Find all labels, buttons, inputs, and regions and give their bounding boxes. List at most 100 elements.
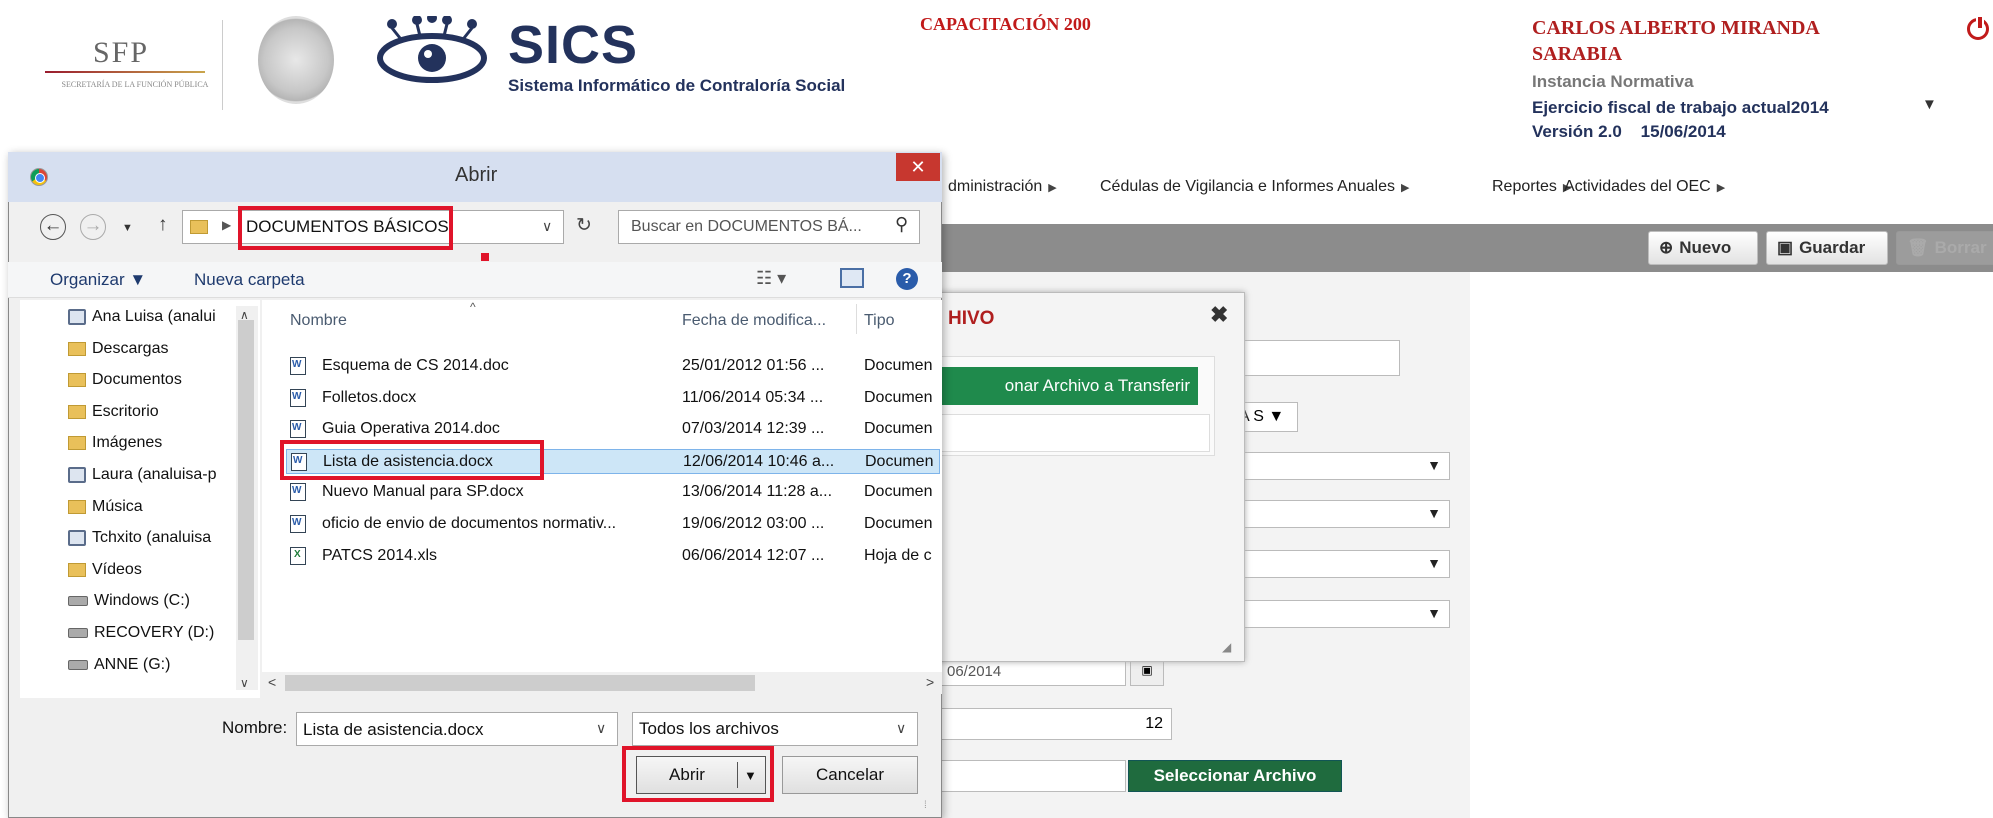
scroll-down-icon[interactable]: ∨ (240, 676, 249, 690)
modal-title: HIVO (948, 308, 995, 329)
column-divider (856, 304, 857, 334)
tree-item[interactable]: Windows (C:) (68, 592, 190, 610)
file-name: Nuevo Manual para SP.docx (322, 483, 524, 501)
folder-icon (68, 436, 86, 451)
tree-item[interactable]: Laura (analuisa-p (68, 466, 217, 484)
nav-item-reportes[interactable]: Reportes ▶ (1492, 178, 1571, 196)
resize-grip-icon[interactable]: ◢ (1222, 640, 1231, 654)
scroll-right-icon[interactable]: > (926, 674, 934, 690)
file-row[interactable]: Folletos.docx 11/06/2014 05:34 ... Documen (286, 386, 940, 411)
scroll-left-icon[interactable]: < (268, 674, 276, 690)
nuevo-button[interactable]: ⊕ Nuevo (1648, 231, 1758, 265)
select-file-button[interactable]: Seleccionar Archivo (1128, 760, 1342, 792)
tree-scrollbar-thumb[interactable] (238, 320, 254, 640)
file-list-scrollbar-thumb[interactable] (285, 675, 755, 691)
file-path-field[interactable] (940, 760, 1126, 792)
tree-item[interactable]: Escritorio (68, 403, 159, 421)
environment-label: CAPACITACIÓN 200 (920, 14, 1091, 34)
column-header-type[interactable]: Tipo (864, 312, 895, 330)
address-dropdown-icon[interactable]: ∨ (542, 218, 552, 235)
folder-icon (68, 341, 86, 356)
tree-item[interactable]: RECOVERY (D:) (68, 624, 214, 642)
help-icon[interactable]: ? (896, 268, 918, 290)
view-options-icon[interactable]: ☷ ▾ (756, 268, 786, 289)
tree-item-label: ANNE (G:) (94, 655, 171, 673)
recent-locations-icon[interactable]: ▼ (122, 222, 133, 234)
select-transfer-file-button[interactable]: onar Archivo a Transferir (940, 367, 1198, 405)
modal-file-field[interactable] (940, 414, 1210, 452)
preview-pane-icon[interactable] (840, 268, 864, 288)
column-header-name[interactable]: Nombre (290, 312, 347, 330)
filename-dropdown-icon[interactable]: ∨ (596, 720, 606, 737)
drive-icon (68, 596, 88, 607)
borrar-label: Borrar (1934, 238, 1987, 257)
back-icon[interactable]: ← (40, 214, 66, 240)
file-type-dropdown-icon[interactable]: ∨ (896, 720, 906, 737)
tree-item[interactable]: Tchxito (analuisa (68, 529, 211, 547)
tree-item[interactable]: Documentos (68, 371, 182, 389)
file-row[interactable]: Guia Operativa 2014.doc 07/03/2014 12:39 … (286, 417, 940, 442)
file-type: Hoja de c (864, 546, 932, 564)
selected-file-highlight (280, 440, 544, 480)
open-button-highlight (622, 746, 774, 802)
filename-input[interactable]: Lista de asistencia.docx (296, 712, 618, 746)
guardar-label: Guardar (1799, 238, 1866, 257)
excel-file-icon (290, 546, 306, 565)
number-field[interactable]: 12 (940, 708, 1172, 740)
user-name: CARLOS ALBERTO MIRANDA SARABIA (1532, 17, 1819, 65)
network-drive-icon (68, 309, 86, 325)
file-type: Documen (864, 515, 933, 532)
file-date: 06/06/2014 12:07 ... (682, 546, 825, 564)
tree-item-label: Vídeos (92, 560, 142, 578)
tree-item[interactable]: Música (68, 498, 143, 516)
tree-item[interactable]: Imágenes (68, 434, 162, 452)
filename-label: Nombre: (222, 718, 288, 737)
nav-label: Reportes (1492, 178, 1557, 195)
guardar-button[interactable]: ▣ Guardar (1766, 231, 1888, 265)
nav-item-actividades[interactable]: Actividades del OEC ▶ (1564, 178, 1725, 196)
borrar-button[interactable]: 🗑 Borrar (1896, 231, 1993, 265)
tree-item[interactable]: Descargas (68, 340, 168, 358)
file-name: oficio de envio de documentos normativ..… (322, 515, 617, 532)
file-date: 07/03/2014 12:39 ... (682, 420, 825, 438)
file-type-select[interactable]: Todos los archivos (632, 712, 918, 746)
tree-item-label: Escritorio (92, 402, 159, 420)
column-header-date[interactable]: Fecha de modifica... (682, 312, 826, 330)
nav-item-cedulas[interactable]: Cédulas de Vigilancia e Informes Anuales… (1100, 178, 1409, 196)
scroll-up-icon[interactable]: ∧ (240, 308, 249, 322)
close-button[interactable]: ✕ (896, 153, 940, 181)
search-icon[interactable]: ⚲ (895, 214, 908, 235)
tree-item-label: Laura (analuisa-p (92, 466, 217, 483)
dropdown-arrow-icon: ▼ (1427, 605, 1441, 621)
file-row[interactable]: oficio de envio de documentos normativ..… (286, 512, 940, 537)
file-row[interactable]: Esquema de CS 2014.doc 25/01/2012 01:56 .… (286, 354, 940, 379)
address-highlight (238, 206, 453, 250)
file-date: 13/06/2014 11:28 a... (682, 483, 833, 501)
tree-item[interactable]: Ana Luisa (analui (68, 308, 216, 326)
refresh-icon[interactable]: ↻ (576, 214, 592, 237)
dropdown-arrow-icon: ▼ (1427, 555, 1441, 571)
nav-item-administracion[interactable]: dministración ▶ (948, 178, 1057, 196)
new-folder-button[interactable]: Nueva carpeta (194, 270, 305, 290)
user-menu-caret-icon[interactable]: ▼ (1922, 96, 1937, 113)
file-row[interactable]: Nuevo Manual para SP.docx 13/06/2014 11:2… (286, 480, 940, 505)
power-icon[interactable] (1967, 15, 1989, 40)
forward-icon[interactable]: → (80, 214, 106, 240)
organize-button[interactable]: Organizar ▼ (50, 270, 146, 290)
up-arrow-icon[interactable]: ↑ (158, 214, 168, 236)
cancel-button[interactable]: Cancelar (782, 756, 918, 794)
app-name: SICS (508, 15, 639, 75)
header-divider (222, 20, 223, 110)
file-name: PATCS 2014.xls (322, 546, 438, 564)
tree-item[interactable]: ANNE (G:) (68, 656, 170, 674)
dropdown-arrow-icon: ▼ (1427, 505, 1441, 521)
resize-grip-icon[interactable]: ⁞ (924, 800, 927, 811)
plus-circle-icon: ⊕ (1659, 238, 1674, 257)
search-input[interactable]: Buscar en DOCUMENTOS BÁ... (618, 210, 920, 244)
tree-item[interactable]: Vídeos (68, 561, 142, 579)
command-bar (8, 262, 942, 298)
file-row[interactable]: PATCS 2014.xls 06/06/2014 12:07 ... Hoja d… (286, 544, 940, 569)
close-icon[interactable]: ✖ (1210, 302, 1228, 328)
file-type: Documen (865, 452, 934, 470)
breadcrumb-arrow-icon[interactable]: ▶ (222, 218, 231, 232)
